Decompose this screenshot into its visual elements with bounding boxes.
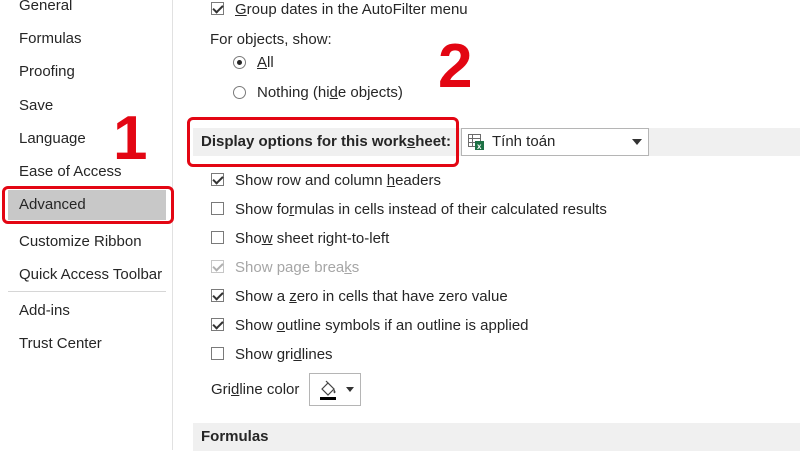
worksheet-select-value: Tính toán [492, 133, 556, 150]
sidebar-item-general[interactable]: General [8, 0, 166, 21]
checkbox-show-formulas[interactable] [211, 202, 224, 215]
sidebar-divider [8, 291, 166, 292]
checkbox-show-headers[interactable] [211, 173, 224, 186]
for-objects-label: For objects, show: [210, 31, 332, 48]
sidebar-item-trust-center[interactable]: Trust Center [8, 329, 166, 359]
checkbox-show-gridlines[interactable] [211, 347, 224, 360]
worksheet-select[interactable]: x Tính toán [461, 128, 649, 156]
option-label: Show a zero in cells that have zero valu… [235, 288, 508, 305]
display-options-title: Display options for this worksheet: [201, 133, 452, 150]
option-label: Show outline symbols if an outline is ap… [235, 317, 529, 334]
radio-all-label: All [257, 54, 274, 71]
options-sidebar: General Formulas Proofing Save Language … [0, 0, 173, 450]
sidebar-item-advanced[interactable]: Advanced [8, 190, 166, 220]
sidebar-item-add-ins[interactable]: Add-ins [8, 296, 166, 326]
radio-all[interactable] [233, 56, 246, 69]
group-dates-checkbox[interactable] [211, 2, 224, 15]
checkbox-page-breaks [211, 260, 224, 273]
sidebar-item-formulas[interactable]: Formulas [8, 24, 166, 54]
formulas-section-header: Formulas [193, 423, 800, 451]
gridline-color-label: Gridline color [211, 381, 300, 398]
sidebar-item-quick-access-toolbar[interactable]: Quick Access Toolbar [8, 260, 166, 290]
svg-text:x: x [477, 142, 482, 150]
sidebar-item-customize-ribbon[interactable]: Customize Ribbon [8, 227, 166, 257]
option-label: Show formulas in cells instead of their … [235, 201, 607, 218]
checkbox-outline-symbols[interactable] [211, 318, 224, 331]
chevron-down-icon [346, 387, 354, 392]
checkbox-show-zero[interactable] [211, 289, 224, 302]
step-1-label: 1 [113, 104, 148, 173]
radio-nothing-label: Nothing (hide objects) [257, 84, 403, 101]
paint-bucket-icon [320, 380, 336, 400]
option-label: Show gridlines [235, 346, 333, 363]
option-label: Show row and column headers [235, 172, 441, 189]
gridline-color-button[interactable] [309, 373, 361, 406]
chevron-down-icon [632, 139, 642, 145]
excel-sheet-icon: x [468, 134, 484, 150]
radio-nothing[interactable] [233, 86, 246, 99]
option-label: Show sheet right-to-left [235, 230, 390, 247]
option-label: Show page breaks [235, 259, 360, 276]
sidebar-item-proofing[interactable]: Proofing [8, 57, 166, 87]
group-dates-label: Group dates in the AutoFilter menu [235, 1, 468, 18]
checkbox-right-to-left[interactable] [211, 231, 224, 244]
advanced-options-panel: Group dates in the AutoFilter menu For o… [173, 0, 800, 451]
